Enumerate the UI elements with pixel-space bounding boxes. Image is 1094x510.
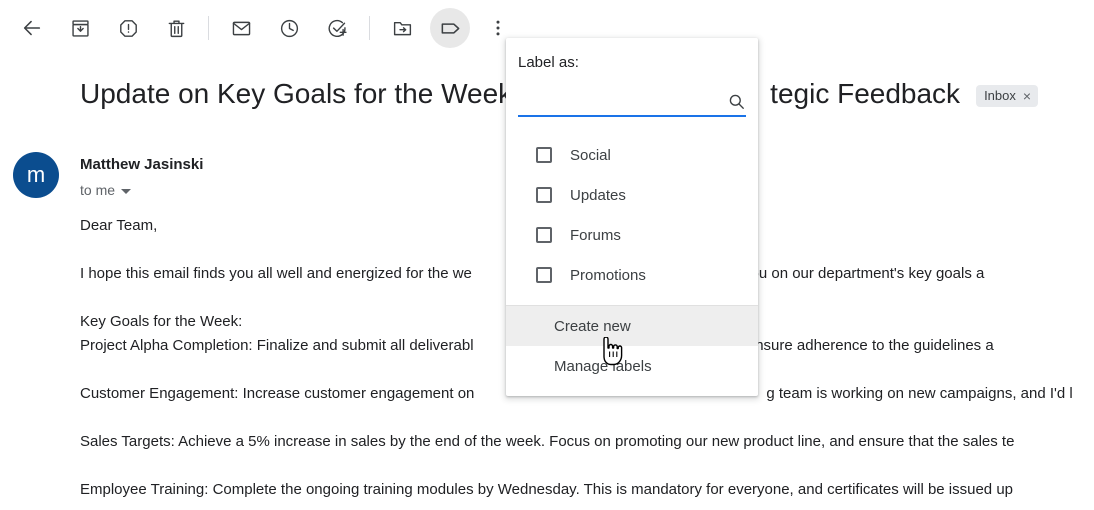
label-as-dropdown: Label as: Social Updates Forums Promotio… xyxy=(506,38,758,396)
mark-unread-button[interactable] xyxy=(221,8,261,48)
add-to-tasks-icon xyxy=(327,18,348,39)
recipient-label: to me xyxy=(80,182,116,198)
checkbox-icon[interactable] xyxy=(536,147,552,163)
report-spam-icon xyxy=(118,18,139,39)
labels-icon xyxy=(439,17,462,40)
checkbox-icon[interactable] xyxy=(536,187,552,203)
checkbox-icon[interactable] xyxy=(536,267,552,283)
delete-button[interactable] xyxy=(156,8,196,48)
archive-icon xyxy=(70,18,91,39)
archive-button[interactable] xyxy=(60,8,100,48)
gmail-message-view: Update on Key Goals for the Week tegic F… xyxy=(0,0,1094,510)
label-as-title: Label as: xyxy=(518,54,579,71)
sender-name: Matthew Jasinski xyxy=(80,156,204,173)
back-arrow-icon xyxy=(21,17,43,39)
body-line xyxy=(80,454,1094,478)
label-search-field[interactable] xyxy=(518,85,746,117)
move-to-button[interactable] xyxy=(382,8,422,48)
toolbar-divider-2 xyxy=(369,16,370,40)
subject-left: Update on Key Goals for the Week xyxy=(80,78,513,109)
label-option-promotions[interactable]: Promotions xyxy=(506,255,758,295)
chevron-down-icon xyxy=(121,188,132,194)
label-checkbox-list: Social Updates Forums Promotions xyxy=(506,117,758,305)
label-option-label: Forums xyxy=(570,226,621,244)
label-option-social[interactable]: Social xyxy=(506,135,758,175)
label-option-updates[interactable]: Updates xyxy=(506,175,758,215)
report-spam-button[interactable] xyxy=(108,8,148,48)
subject-right: tegic Feedback xyxy=(770,78,961,109)
close-icon[interactable]: × xyxy=(1023,89,1031,103)
checkbox-icon[interactable] xyxy=(536,227,552,243)
body-line: Sales Targets: Achieve a 5% increase in … xyxy=(80,433,1015,450)
toolbar-divider-1 xyxy=(208,16,209,40)
search-icon[interactable] xyxy=(727,92,746,111)
body-line xyxy=(80,406,1094,430)
create-new-label-item[interactable]: Create new xyxy=(506,306,758,346)
labels-button[interactable] xyxy=(430,8,470,48)
avatar-initial: m xyxy=(26,162,46,187)
menu-bottom-padding xyxy=(506,386,758,396)
label-option-label: Promotions xyxy=(570,266,646,284)
label-option-label: Updates xyxy=(570,186,626,204)
inbox-label-chip[interactable]: Inbox × xyxy=(976,85,1039,107)
label-option-forums[interactable]: Forums xyxy=(506,215,758,255)
move-to-icon xyxy=(392,18,413,39)
label-option-label: Social xyxy=(570,146,611,164)
snooze-icon xyxy=(279,18,300,39)
inbox-chip-label: Inbox xyxy=(984,88,1016,103)
body-line: Employee Training: Complete the ongoing … xyxy=(80,481,1014,498)
snooze-button[interactable] xyxy=(269,8,309,48)
back-button[interactable] xyxy=(12,8,52,48)
more-options-icon xyxy=(488,18,508,38)
avatar: m xyxy=(13,152,59,198)
mark-unread-icon xyxy=(231,18,252,39)
delete-icon xyxy=(166,18,187,39)
manage-labels-item[interactable]: Manage labels xyxy=(506,346,758,386)
add-to-tasks-button[interactable] xyxy=(317,8,357,48)
recipient-expander[interactable]: to me xyxy=(80,182,132,198)
label-search-input[interactable] xyxy=(518,86,746,114)
